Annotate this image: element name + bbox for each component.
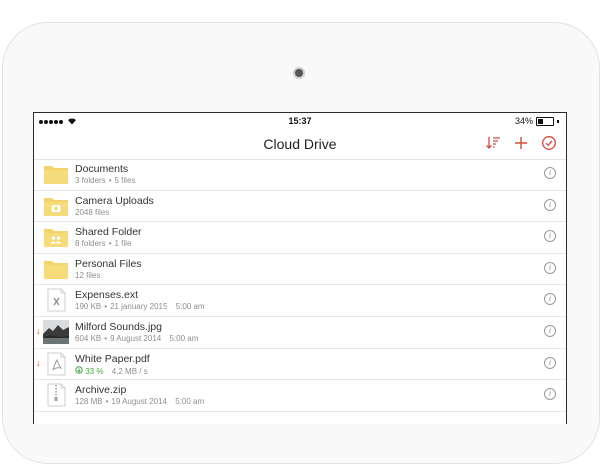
folder-icon (43, 162, 69, 186)
list-item[interactable]: Documents 3 folders • 5 files i (34, 159, 566, 191)
file-meta: 12 files (75, 270, 101, 280)
info-icon[interactable]: i (544, 293, 556, 306)
battery-indicator: 34% (515, 116, 559, 126)
camera-folder-icon (43, 194, 69, 218)
file-name: Milford Sounds.jpg (75, 320, 162, 333)
zip-file-icon (43, 383, 69, 407)
folder-icon (43, 257, 69, 281)
list-item[interactable]: Personal Files 12 files i (34, 254, 566, 286)
pdf-file-icon (43, 352, 69, 376)
battery-percent: 34% (514, 116, 533, 126)
info-icon[interactable]: i (544, 388, 556, 401)
add-icon[interactable] (513, 135, 529, 151)
download-progress: 33 % 4,2 MB / s (75, 365, 148, 376)
file-meta: 3 folders • 5 files (75, 176, 136, 185)
sort-icon[interactable] (485, 135, 501, 151)
file-meta: 190 KB • 21 january 2015 5:00 am (75, 302, 205, 312)
file-name: Expenses.ext (75, 289, 139, 302)
camera-icon (293, 67, 305, 79)
download-arrow-icon: ↓ (36, 357, 41, 368)
list-item[interactable]: Shared Folder 8 folders • 1 file i (34, 222, 566, 254)
shared-folder-icon (43, 225, 69, 249)
file-name: White Paper.pdf (75, 352, 150, 365)
select-icon[interactable] (541, 135, 557, 151)
status-time: 15:37 (288, 116, 312, 126)
info-icon[interactable]: i (544, 167, 556, 179)
info-icon[interactable]: i (544, 261, 556, 274)
file-name: Shared Folder (75, 226, 142, 239)
info-icon[interactable]: i (544, 198, 556, 211)
progress-percent: 33 % (85, 366, 104, 376)
download-arrow-icon: ↓ (36, 325, 41, 336)
info-icon[interactable]: i (544, 324, 556, 337)
file-meta: 604 KB • 9 August 2014 5:00 am (75, 333, 199, 343)
navigation-bar: Cloud Drive (34, 129, 566, 160)
image-thumbnail (43, 319, 69, 344)
list-item[interactable]: Camera Uploads 2048 files i (34, 191, 566, 223)
spreadsheet-file-icon (43, 288, 69, 312)
file-meta: 8 folders • 1 file (75, 239, 132, 249)
file-name: Personal Files (75, 257, 142, 270)
list-item[interactable]: Expenses.ext 190 KB • 21 january 2015 5:00… (34, 285, 566, 317)
list-item[interactable]: ↓ White Paper.pdf 33 % 4,2 MB / s i (34, 349, 566, 381)
file-list: Documents 3 folders • 5 files i Camera Upl… (34, 159, 566, 412)
file-meta: 128 MB • 19 August 2014 5:00 am (75, 397, 205, 407)
download-speed: 4,2 MB / s (111, 366, 148, 376)
file-name: Camera Uploads (75, 194, 154, 207)
info-icon[interactable]: i (544, 356, 556, 369)
info-icon[interactable]: i (544, 230, 556, 243)
list-item[interactable]: ↓ Milford Sounds.jpg 604 KB • 9 August 201… (34, 317, 566, 349)
battery-icon (536, 116, 554, 126)
status-bar: 15:37 34% (34, 113, 566, 129)
progress-ring-icon (75, 365, 85, 376)
screen: 15:37 34% Cloud Drive Documents 3 folder… (33, 112, 567, 424)
file-name: Archive.zip (75, 384, 127, 397)
file-meta: 2048 files (75, 207, 110, 217)
file-name: Documents (75, 163, 129, 175)
list-item[interactable]: Archive.zip 128 MB • 19 August 2014 5:00 a… (34, 380, 566, 412)
